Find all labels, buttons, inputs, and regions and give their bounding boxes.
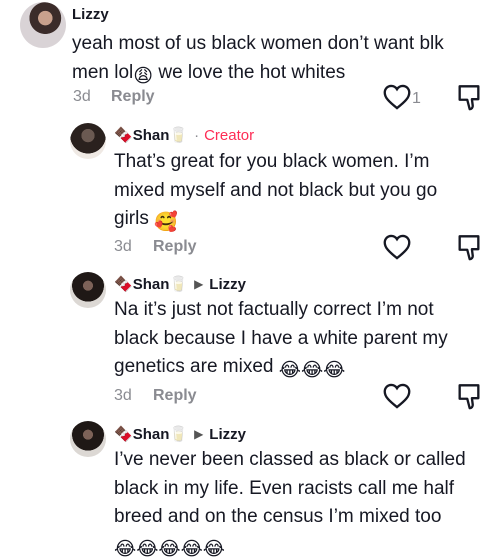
heart-icon[interactable] — [383, 383, 411, 409]
dislike-icon[interactable] — [456, 234, 482, 262]
comment-text-line: black in my life. Even racists call me h… — [114, 477, 455, 499]
chocolate-emoji: 🍫 — [114, 426, 133, 443]
separator-dot: · — [194, 126, 200, 144]
comment-text-line: breed and on the census I’m mixed too — [114, 506, 442, 527]
comment-time: 3d — [114, 238, 132, 255]
weary-emoji: 😩 — [133, 65, 154, 87]
comment-text-line: black because I have a white parent my — [114, 327, 448, 349]
comment-text-line: That’s great for you black women. I’m — [114, 151, 430, 172]
reply-to-username[interactable]: Lizzy — [209, 276, 246, 293]
avatar[interactable] — [70, 421, 106, 457]
reply-button[interactable]: Reply — [153, 238, 197, 256]
reply-to-username[interactable]: Lizzy — [209, 426, 246, 443]
comment-username[interactable]: Shan — [133, 276, 170, 293]
comment-header: 🍫 Shan 🥛 · Creator — [114, 126, 255, 145]
laughing-emoji: 😂😂😂😂😂 — [114, 538, 226, 559]
comment-time: 3d — [114, 387, 132, 404]
comment-shan-reply-1: 🍫 Shan 🥛 ▶ Lizzy Na it’s just not factua… — [0, 266, 500, 416]
comment-text: That’s great for you black women. I’m mi… — [114, 148, 494, 238]
heart-icon[interactable] — [383, 234, 411, 260]
comment-text-line: Na it’s just not factually correct I’m n… — [114, 299, 434, 320]
comment-text: I’ve never been classed as black or call… — [114, 446, 498, 559]
caret-right-icon: ▶ — [194, 277, 204, 291]
milk-emoji: 🥛 — [169, 276, 189, 293]
comment-text-part: men lol — [72, 61, 134, 83]
comment-text-part: girls — [114, 208, 149, 229]
creator-badge: Creator — [204, 126, 255, 144]
chocolate-emoji: 🍫 — [114, 276, 133, 293]
comment-shan-reply-2: 🍫 Shan 🥛 ▶ Lizzy I’ve never been classed… — [0, 416, 500, 559]
avatar[interactable] — [70, 272, 106, 308]
laughing-emoji: 😂😂😂 — [278, 360, 346, 381]
comment-text-line: I’ve never been classed as black or call… — [114, 449, 466, 470]
caret-right-icon: ▶ — [194, 427, 204, 441]
avatar[interactable] — [20, 2, 66, 48]
comment-username[interactable]: Lizzy — [72, 6, 109, 23]
comment-text-line: girls 🥰 — [114, 205, 494, 238]
milk-emoji: 🥛 — [169, 127, 189, 144]
avatar[interactable] — [70, 123, 106, 159]
comment-lizzy: Lizzy yeah most of us black women don’t … — [0, 0, 500, 118]
milk-emoji: 🥛 — [169, 426, 189, 443]
comment-text: Na it’s just not factually correct I’m n… — [114, 296, 494, 386]
reply-button[interactable]: Reply — [153, 387, 197, 405]
like-count: 1 — [412, 90, 421, 107]
comment-text-line: yeah most of us black women don’t want b… — [72, 33, 444, 54]
comment-text-line: 😂😂😂😂😂 — [114, 532, 498, 559]
comment-text-part: genetics are mixed — [114, 356, 274, 377]
comment-header: 🍫 Shan 🥛 ▶ Lizzy — [114, 275, 246, 294]
comment-username[interactable]: Shan — [133, 127, 170, 144]
comment-shan-creator: 🍫 Shan 🥛 · Creator That’s great for you … — [0, 118, 500, 266]
comment-text-line: men lol😩 we love the hot whites — [72, 59, 492, 92]
dislike-icon[interactable] — [456, 84, 482, 112]
reply-button[interactable]: Reply — [111, 88, 155, 106]
smiling-hearts-emoji: 🥰 — [154, 212, 178, 233]
comment-text-line: genetics are mixed 😂😂😂 — [114, 353, 494, 386]
dislike-icon[interactable] — [456, 383, 482, 411]
heart-icon[interactable] — [383, 84, 411, 110]
chocolate-emoji: 🍫 — [114, 127, 133, 144]
comment-text: yeah most of us black women don’t want b… — [72, 30, 492, 91]
comment-header: 🍫 Shan 🥛 ▶ Lizzy — [114, 425, 246, 444]
comment-username[interactable]: Shan — [133, 426, 170, 443]
comment-time: 3d — [73, 88, 91, 105]
comment-text-line: mixed myself and not black but you go — [114, 179, 438, 201]
comment-text-part: we love the hot whites — [153, 61, 346, 83]
